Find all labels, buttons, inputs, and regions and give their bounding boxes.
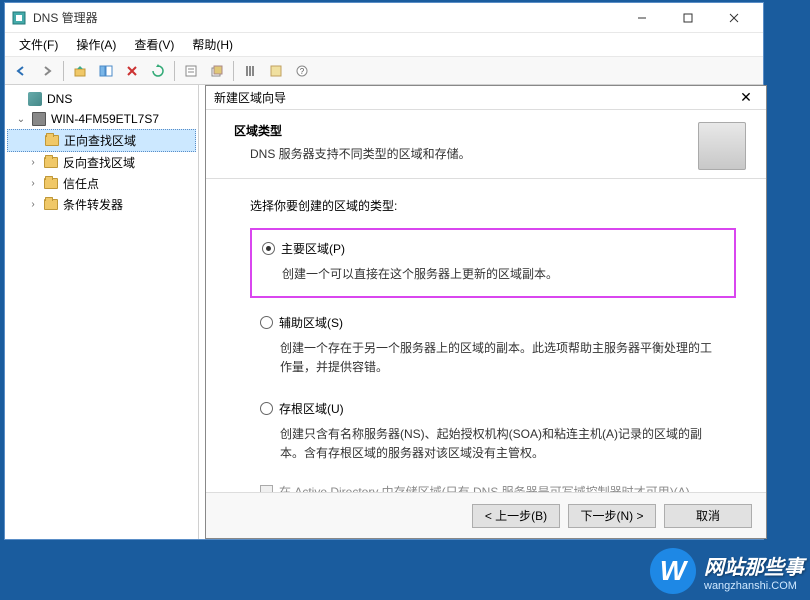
folder-icon — [43, 155, 59, 171]
nav-back-button[interactable] — [9, 59, 33, 83]
new-window-button[interactable] — [205, 59, 229, 83]
wizard-titlebar: 新建区域向导 ✕ — [206, 86, 766, 110]
menu-file[interactable]: 文件(F) — [11, 34, 66, 55]
primary-zone-option-highlight: 主要区域(P) 创建一个可以直接在这个服务器上更新的区域副本。 — [250, 228, 736, 298]
folder-icon — [43, 197, 59, 213]
wizard-title: 新建区域向导 — [214, 89, 734, 106]
toolbar-separator — [233, 61, 234, 81]
expand-toggle-icon[interactable]: › — [27, 157, 39, 168]
stub-zone-label: 存根区域(U) — [279, 400, 344, 417]
properties-button[interactable] — [179, 59, 203, 83]
wizard-close-button[interactable]: ✕ — [734, 87, 758, 109]
tree-trust-points[interactable]: › 信任点 — [7, 173, 196, 194]
menu-view[interactable]: 查看(V) — [126, 34, 182, 55]
watermark-main: 网站那些事 — [704, 551, 804, 580]
help-button[interactable]: ? — [290, 59, 314, 83]
primary-zone-desc: 创建一个可以直接在这个服务器上更新的区域副本。 — [262, 265, 720, 284]
tree-conditional-forwarders[interactable]: › 条件转发器 — [7, 194, 196, 215]
menubar: 文件(F) 操作(A) 查看(V) 帮助(H) — [5, 33, 763, 57]
wizard-server-graphic-icon — [698, 122, 746, 170]
wizard-subheading: DNS 服务器支持不同类型的区域和存储。 — [234, 145, 690, 162]
tree-label: 反向查找区域 — [63, 154, 135, 171]
wizard-back-button[interactable]: < 上一步(B) — [472, 504, 560, 528]
folder-icon — [43, 176, 59, 192]
wizard-heading: 区域类型 — [234, 122, 690, 139]
watermark-sub: wangzhanshi.COM — [704, 580, 804, 592]
watermark-logo-icon: W — [650, 548, 696, 594]
stub-zone-desc: 创建只含有名称服务器(NS)、起始授权机构(SOA)和粘连主机(A)记录的区域的… — [260, 425, 722, 463]
tree-reverse-lookup[interactable]: › 反向查找区域 — [7, 152, 196, 173]
primary-zone-label: 主要区域(P) — [281, 240, 345, 257]
dns-root-icon — [27, 91, 43, 107]
secondary-zone-label: 辅助区域(S) — [279, 314, 343, 331]
watermark: W 网站那些事 wangzhanshi.COM — [650, 548, 804, 594]
server-icon — [31, 111, 47, 127]
maximize-button[interactable] — [665, 4, 711, 32]
folder-icon — [44, 133, 60, 149]
menu-help[interactable]: 帮助(H) — [184, 34, 241, 55]
app-icon — [11, 10, 27, 26]
wizard-footer: < 上一步(B) 下一步(N) > 取消 — [206, 492, 766, 538]
up-level-button[interactable] — [68, 59, 92, 83]
tree-server[interactable]: ⌄ WIN-4FM59ETL7S7 — [7, 109, 196, 129]
wizard-body: 选择你要创建的区域的类型: 主要区域(P) 创建一个可以直接在这个服务器上更新的… — [206, 179, 766, 510]
dns-manager-window: DNS 管理器 文件(F) 操作(A) 查看(V) 帮助(H) ? — [4, 2, 764, 540]
close-button[interactable] — [711, 4, 757, 32]
wizard-header: 区域类型 DNS 服务器支持不同类型的区域和存储。 — [206, 110, 766, 179]
delete-button[interactable] — [120, 59, 144, 83]
wizard-prompt: 选择你要创建的区域的类型: — [250, 197, 736, 214]
refresh-button[interactable] — [146, 59, 170, 83]
content-panel: 新建区域向导 ✕ 区域类型 DNS 服务器支持不同类型的区域和存储。 选择你要创… — [199, 85, 763, 539]
filter-button[interactable] — [238, 59, 262, 83]
tree-panel: DNS ⌄ WIN-4FM59ETL7S7 正向查找区域 › 反向查找区域 — [5, 85, 199, 539]
tree-label: WIN-4FM59ETL7S7 — [51, 112, 159, 126]
show-hide-tree-button[interactable] — [94, 59, 118, 83]
tree-root-dns[interactable]: DNS — [7, 89, 196, 109]
toolbar-separator — [174, 61, 175, 81]
primary-zone-radio[interactable] — [262, 242, 275, 255]
expand-toggle-icon[interactable]: › — [27, 199, 39, 210]
tree-label: 条件转发器 — [63, 196, 123, 213]
window-title: DNS 管理器 — [33, 9, 619, 26]
secondary-zone-desc: 创建一个存在于另一个服务器上的区域的副本。此选项帮助主服务器平衡处理的工作量，并… — [260, 339, 722, 377]
toolbar-separator — [63, 61, 64, 81]
minimize-button[interactable] — [619, 4, 665, 32]
secondary-zone-radio[interactable] — [260, 316, 273, 329]
titlebar: DNS 管理器 — [5, 3, 763, 33]
options-button[interactable] — [264, 59, 288, 83]
tree-label: 信任点 — [63, 175, 99, 192]
tree-label: DNS — [47, 92, 72, 106]
stub-zone-option: 存根区域(U) 创建只含有名称服务器(NS)、起始授权机构(SOA)和粘连主机(… — [250, 394, 736, 469]
tree-label: 正向查找区域 — [64, 132, 136, 149]
secondary-zone-option: 辅助区域(S) 创建一个存在于另一个服务器上的区域的副本。此选项帮助主服务器平衡… — [250, 308, 736, 383]
collapse-toggle-icon[interactable]: ⌄ — [15, 114, 27, 125]
toolbar: ? — [5, 57, 763, 85]
svg-text:?: ? — [300, 67, 305, 76]
expand-toggle-icon[interactable]: › — [27, 178, 39, 189]
menu-action[interactable]: 操作(A) — [68, 34, 124, 55]
wizard-cancel-button[interactable]: 取消 — [664, 504, 752, 528]
wizard-next-button[interactable]: 下一步(N) > — [568, 504, 656, 528]
nav-forward-button[interactable] — [35, 59, 59, 83]
new-zone-wizard: 新建区域向导 ✕ 区域类型 DNS 服务器支持不同类型的区域和存储。 选择你要创… — [205, 85, 767, 539]
stub-zone-radio[interactable] — [260, 402, 273, 415]
tree-forward-lookup[interactable]: 正向查找区域 — [7, 129, 196, 152]
